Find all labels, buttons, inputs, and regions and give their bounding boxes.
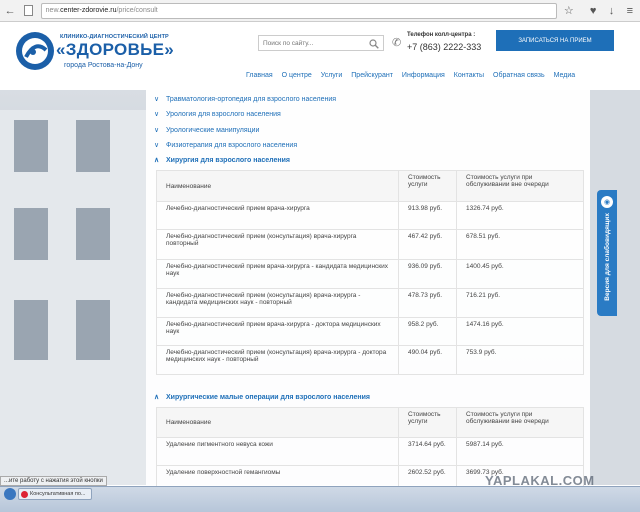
chevron-down-icon: ∨ xyxy=(154,127,160,134)
browser-toolbar: ← new.center-zdorovie.ru/price/consult ☆… xyxy=(0,0,640,22)
taskbar-item-label: Консультативная по... xyxy=(30,491,86,497)
eye-icon: ◉ xyxy=(601,196,613,208)
service-priority-price: 716.21 руб. xyxy=(456,288,584,318)
book-appointment-button[interactable]: ЗАПИСАТЬСЯ НА ПРИЕМ xyxy=(496,30,614,51)
site-header: КЛИНИКО-ДИАГНОСТИЧЕСКИЙ ЦЕНТР «ЗДОРОВЬЕ»… xyxy=(0,22,640,90)
search-box xyxy=(258,35,384,51)
nav-link-services[interactable]: Услуги xyxy=(321,72,343,79)
accordion-item-traumatology[interactable]: ∨ Травматология-ортопедия для взрослого н… xyxy=(154,95,336,104)
service-priority-price: 1474.16 руб. xyxy=(456,317,584,346)
background-window xyxy=(76,120,110,172)
url-text: new.center-zdorovie.ru/price/consult xyxy=(45,7,158,14)
back-arrow-icon[interactable]: ← xyxy=(4,4,16,18)
os-taskbar: Консультативная по... xyxy=(0,486,640,512)
surgery-price-table: Наименование Стоимость услуги Стоимость … xyxy=(156,170,584,375)
accordion-item-urology-manipulations[interactable]: ∨ Урологические манипуляции xyxy=(154,126,259,135)
column-header-price: Стоимость услуги xyxy=(398,407,457,438)
service-price: 913.98 руб. xyxy=(398,201,457,230)
phone-number[interactable]: +7 (863) 2222-333 xyxy=(407,42,481,52)
logo-city: города Ростова-на-Дону xyxy=(64,62,143,69)
background-window xyxy=(76,208,110,260)
accordion-item-surgery[interactable]: ∧ Хирургия для взрослого населения xyxy=(154,156,290,165)
service-price: 467.42 руб. xyxy=(398,229,457,260)
menu-icon[interactable]: ≡ xyxy=(624,4,636,18)
service-name: Лечебно-диагностический прием врача-хиру… xyxy=(156,317,399,346)
column-header-name: Наименование xyxy=(156,170,399,202)
nav-link-home[interactable]: Главная xyxy=(246,72,273,79)
phone-icon: ✆ xyxy=(392,37,402,49)
browser-status-bar: ...ите работу с нажатия этой кнопки xyxy=(0,476,107,486)
table-header-row: Наименование Стоимость услуги Стоимость … xyxy=(156,170,584,202)
nav-link-feedback[interactable]: Обратная связь xyxy=(493,72,545,79)
background-window xyxy=(14,120,48,172)
service-priority-price: 1400.45 руб. xyxy=(456,259,584,289)
download-icon[interactable]: ↓ xyxy=(605,4,617,18)
page-icon xyxy=(22,4,34,18)
table-row: Удаление пигментного невуса кожи 3714.64… xyxy=(156,437,584,466)
service-price: 490.04 руб. xyxy=(398,345,457,375)
nav-link-about[interactable]: О центре xyxy=(282,72,312,79)
background-window xyxy=(14,300,48,360)
service-name: Лечебно-диагностический прием (консульта… xyxy=(156,288,399,318)
address-bar[interactable]: new.center-zdorovie.ru/price/consult xyxy=(40,2,557,19)
column-header-name: Наименование xyxy=(156,407,399,438)
nav-link-prices[interactable]: Прейскурант xyxy=(351,72,393,79)
table-row: Лечебно-диагностический прием (консульта… xyxy=(156,345,584,375)
taskbar-item-browser[interactable]: Консультативная по... xyxy=(18,488,92,500)
service-name: Удаление пигментного невуса кожи xyxy=(156,437,399,466)
service-priority-price: 678.51 руб. xyxy=(456,229,584,260)
background-window xyxy=(76,300,110,360)
nav-link-contacts[interactable]: Контакты xyxy=(454,72,484,79)
service-name: Лечебно-диагностический прием (консульта… xyxy=(156,345,399,375)
service-price: 958.2 руб. xyxy=(398,317,457,346)
service-priority-price: 1326.74 руб. xyxy=(456,201,584,230)
column-header-priority-price: Стоимость услуги при обслуживании вне оч… xyxy=(456,170,584,202)
table-row: Лечебно-диагностический прием врача-хиру… xyxy=(156,259,584,289)
table-row: Лечебно-диагностический прием (консульта… xyxy=(156,288,584,318)
chevron-down-icon: ∨ xyxy=(154,142,160,149)
chevron-up-icon: ∧ xyxy=(154,394,160,401)
clinic-logo-icon xyxy=(16,32,54,70)
service-priority-price: 5987.14 руб. xyxy=(456,437,584,466)
column-header-priority-price: Стоимость услуги при обслуживании вне оч… xyxy=(456,407,584,438)
nav-link-media[interactable]: Медиа xyxy=(554,72,576,79)
service-name: Лечебно-диагностический прием врача-хиру… xyxy=(156,259,399,289)
chevron-up-icon: ∧ xyxy=(154,157,160,164)
table-row: Лечебно-диагностический прием врача-хиру… xyxy=(156,201,584,230)
accordion-item-urology[interactable]: ∨ Урология для взрослого населения xyxy=(154,110,281,119)
table-row: Лечебно-диагностический прием (консульта… xyxy=(156,229,584,260)
table-row: Лечебно-диагностический прием врача-хиру… xyxy=(156,317,584,346)
service-price: 3714.64 руб. xyxy=(398,437,457,466)
accordion-item-minor-surgery[interactable]: ∧ Хирургические малые операции для взросл… xyxy=(154,393,370,402)
start-button-icon[interactable] xyxy=(4,488,16,500)
main-nav: Главная О центре Услуги Прейскурант Инфо… xyxy=(246,72,575,79)
service-priority-price: 753.9 руб. xyxy=(456,345,584,375)
search-input[interactable] xyxy=(263,39,363,47)
low-vision-version-tab[interactable]: ◉ Версия для слабовидящих xyxy=(597,190,617,316)
search-icon[interactable] xyxy=(369,39,379,49)
favorites-heart-icon[interactable]: ♥ xyxy=(587,4,599,18)
service-name: Лечебно-диагностический прием врача-хиру… xyxy=(156,201,399,230)
chevron-down-icon: ∨ xyxy=(154,111,160,118)
service-price: 478.73 руб. xyxy=(398,288,457,318)
service-price: 936.09 руб. xyxy=(398,259,457,289)
background-window xyxy=(14,208,48,260)
logo-title: «ЗДОРОВЬЕ» xyxy=(56,40,175,59)
table-header-row: Наименование Стоимость услуги Стоимость … xyxy=(156,407,584,438)
column-header-price: Стоимость услуги xyxy=(398,170,457,202)
bookmark-star-icon[interactable]: ☆ xyxy=(563,4,575,18)
browser-icon xyxy=(21,490,28,498)
low-vision-tab-label: Версия для слабовидящих xyxy=(603,213,611,301)
service-name: Лечебно-диагностический прием (консульта… xyxy=(156,229,399,260)
nav-link-info[interactable]: Информация xyxy=(402,72,445,79)
chevron-down-icon: ∨ xyxy=(154,96,160,103)
phone-label: Телефон колл-центра : xyxy=(407,32,476,38)
accordion-item-physiotherapy[interactable]: ∨ Физиотерапия для взрослого населения xyxy=(154,141,297,150)
